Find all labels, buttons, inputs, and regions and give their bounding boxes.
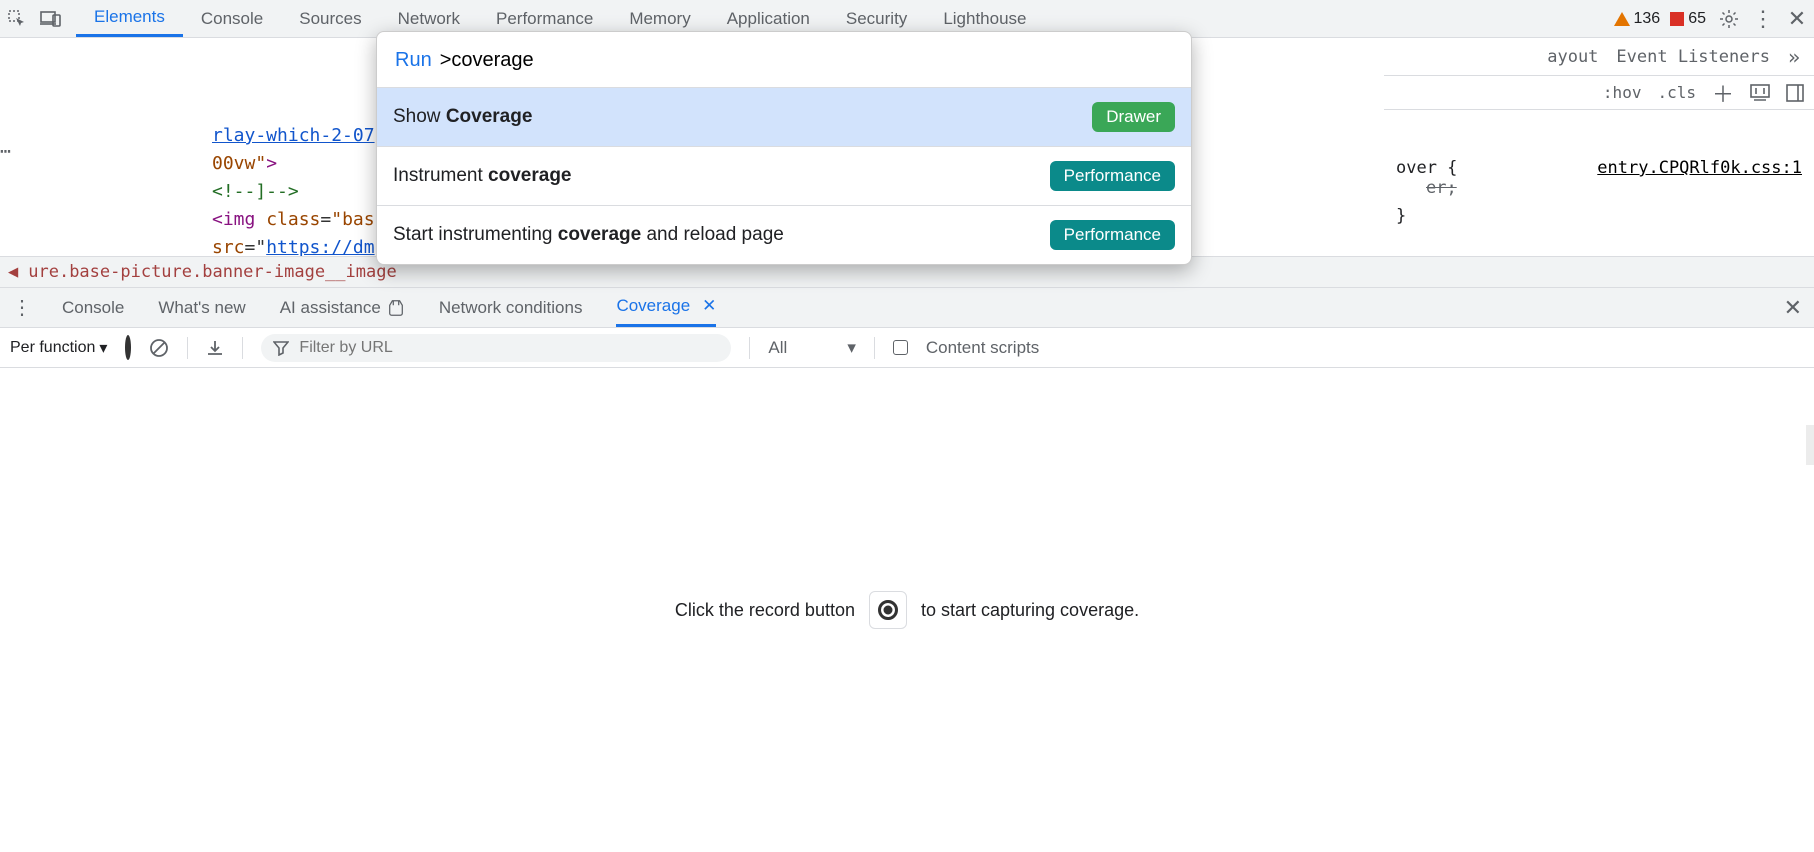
- chevron-down-icon: ▾: [847, 338, 856, 358]
- css-selector[interactable]: over {: [1396, 158, 1457, 178]
- ellipsis-icon: ⋯: [0, 138, 11, 166]
- cls-toggle[interactable]: .cls: [1657, 83, 1696, 102]
- warning-count[interactable]: 136: [1614, 10, 1661, 28]
- drawer-tab-ai-assistance[interactable]: AI assistance: [280, 288, 405, 327]
- palette-option-0[interactable]: Show CoverageDrawer: [377, 88, 1191, 147]
- new-style-rule-icon[interactable]: ＋: [1712, 77, 1734, 109]
- content-scripts-checkbox[interactable]: [893, 340, 908, 355]
- clear-icon[interactable]: [149, 338, 169, 358]
- palette-option-2[interactable]: Start instrumenting coverage and reload …: [377, 206, 1191, 264]
- drawer-more-icon[interactable]: ⋮: [12, 295, 32, 320]
- styles-pane: ayout Event Listeners » :hov .cls ＋ over…: [1384, 38, 1814, 288]
- crumb-path[interactable]: ure.base-picture.banner-image__image: [28, 262, 396, 282]
- drawer-tab-network-conditions[interactable]: Network conditions: [439, 288, 583, 327]
- command-palette: Run Show CoverageDrawerInstrument covera…: [376, 31, 1192, 265]
- crumb-back-icon[interactable]: ◀: [8, 262, 18, 282]
- coverage-toolbar: Per function▾ All▾ Content scripts: [0, 328, 1814, 368]
- tab-elements[interactable]: Elements: [76, 0, 183, 37]
- tab-sources[interactable]: Sources: [281, 0, 379, 37]
- chevron-down-icon: ▾: [99, 338, 107, 358]
- empty-post-text: to start capturing coverage.: [921, 600, 1139, 621]
- styles-subtab-event-listeners[interactable]: Event Listeners: [1616, 47, 1770, 67]
- more-icon[interactable]: ⋮: [1746, 6, 1780, 32]
- filter-icon: [273, 340, 289, 356]
- export-icon[interactable]: [206, 339, 224, 357]
- coverage-empty-state: Click the record button to start capturi…: [0, 368, 1814, 852]
- content-scripts-label: Content scripts: [926, 338, 1039, 358]
- hov-toggle[interactable]: :hov: [1603, 83, 1642, 102]
- empty-pre-text: Click the record button: [675, 600, 855, 621]
- css-rule-close: }: [1384, 206, 1814, 226]
- coverage-type-select[interactable]: All▾: [768, 338, 855, 358]
- css-source-link[interactable]: entry.CPQRlf0k.css:1: [1597, 158, 1802, 198]
- palette-mode-label: Run: [395, 49, 432, 72]
- record-button[interactable]: [869, 591, 907, 629]
- close-tab-icon[interactable]: ✕: [702, 296, 716, 316]
- drawer-tabs: ⋮ Console What's new AI assistance Network…: [0, 288, 1814, 328]
- coverage-filter[interactable]: [261, 334, 731, 362]
- computed-icon[interactable]: [1750, 84, 1770, 102]
- tab-console[interactable]: Console: [183, 0, 281, 37]
- coverage-filter-input[interactable]: [297, 338, 719, 358]
- drawer: ⋮ Console What's new AI assistance Network…: [0, 288, 1814, 852]
- device-toggle-icon[interactable]: [34, 10, 68, 28]
- styles-subtab-layout[interactable]: ayout: [1547, 47, 1598, 67]
- drawer-tab-what-s-new[interactable]: What's new: [158, 288, 245, 327]
- issue-counts[interactable]: 136 65: [1608, 10, 1713, 28]
- palette-option-1[interactable]: Instrument coveragePerformance: [377, 147, 1191, 206]
- css-declaration[interactable]: er;: [1396, 178, 1457, 198]
- settings-icon[interactable]: [1712, 9, 1746, 29]
- drawer-tab-console[interactable]: Console: [62, 288, 124, 327]
- scrollbar[interactable]: [1796, 38, 1814, 852]
- error-count[interactable]: 65: [1670, 10, 1706, 28]
- close-devtools-icon[interactable]: ✕: [1780, 6, 1814, 32]
- inspect-icon[interactable]: [0, 9, 34, 29]
- palette-input[interactable]: [438, 48, 1173, 73]
- drawer-tab-coverage[interactable]: Coverage✕: [616, 288, 716, 327]
- coverage-scope-select[interactable]: Per function▾: [10, 338, 107, 358]
- record-icon[interactable]: [125, 338, 131, 358]
